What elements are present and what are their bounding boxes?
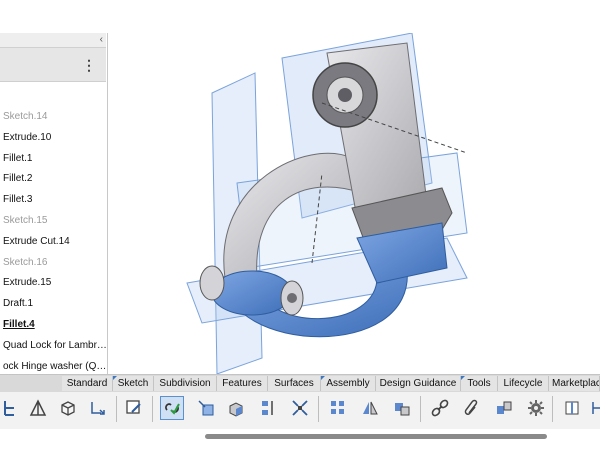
tab-features[interactable]: Features [217, 376, 268, 391]
tab-label: Design Guidance [379, 378, 457, 389]
tab-assembly[interactable]: Assembly [321, 376, 376, 391]
tab-label: Sketch [117, 378, 149, 389]
tree-item[interactable]: Fillet.3 [0, 190, 106, 211]
tab-label: Lifecycle [503, 378, 543, 389]
tab-tools[interactable]: Tools [461, 376, 498, 391]
gear-icon[interactable] [524, 396, 548, 420]
tree-item[interactable]: Extrude.15 [0, 273, 106, 294]
hinge-cap-left [199, 265, 225, 301]
toolbar-separator [420, 396, 421, 422]
3d-viewport[interactable] [107, 32, 600, 375]
tab-label: Assembly [326, 378, 370, 389]
tree-item[interactable]: Sketch.14 [0, 107, 106, 128]
tab-label: Features [222, 378, 262, 389]
cube-icon[interactable] [56, 396, 80, 420]
tab-surfaces[interactable]: Surfaces [268, 376, 321, 391]
more-options-icon[interactable]: ⋮ [82, 58, 96, 72]
mate-icon[interactable] [390, 396, 414, 420]
dimension-icon[interactable] [586, 396, 600, 420]
arrow-curve-icon[interactable] [86, 396, 110, 420]
toolbar-separator [552, 396, 553, 422]
tree-item[interactable]: Sketch.15 [0, 211, 106, 232]
scrollbar-thumb[interactable] [205, 434, 547, 439]
mount-ring-center [338, 88, 352, 102]
tree-item[interactable]: Fillet.4 [0, 315, 106, 336]
command-manager-tabs: Standard Sketch Subdivision Features Sur… [0, 374, 600, 392]
toolbar-separator [152, 396, 153, 422]
distribute-icon[interactable] [256, 396, 280, 420]
tree-item[interactable]: Extrude.10 [0, 128, 106, 149]
tree-item[interactable]: Draft.1 [0, 294, 106, 315]
command-toolbar [0, 392, 600, 429]
tab-marker [113, 376, 117, 380]
collapse-icon[interactable]: ‹ [100, 33, 103, 47]
triangle-icon[interactable] [26, 396, 50, 420]
model-view[interactable] [107, 32, 600, 375]
tab-standard[interactable]: Standard [62, 376, 113, 391]
assembly-icon[interactable] [492, 396, 516, 420]
paperclip-icon[interactable] [460, 396, 484, 420]
tab-marketplace[interactable]: Marketplace [549, 376, 600, 391]
pattern-grid-icon[interactable] [326, 396, 350, 420]
tab-label: Subdivision [159, 378, 211, 389]
hinge-pin [287, 293, 297, 303]
sketch-edit-icon[interactable] [122, 396, 146, 420]
tree-item[interactable]: Extrude Cut.14 [0, 232, 106, 253]
tab-label: Tools [467, 378, 491, 389]
toolbar-separator [116, 396, 117, 422]
tab-label: Standard [66, 378, 108, 389]
link-check-icon[interactable] [160, 396, 184, 420]
tree-item[interactable]: Fillet.2 [0, 169, 106, 190]
horizontal-scrollbar[interactable] [0, 429, 600, 449]
tab-sketch[interactable]: Sketch [113, 376, 154, 391]
tree-item[interactable]: Sketch.16 [0, 253, 106, 274]
tab-label: Surfaces [274, 378, 314, 389]
tab-design-guidance[interactable]: Design Guidance [376, 376, 461, 391]
chain-icon[interactable] [428, 396, 452, 420]
shaded-box-icon[interactable] [224, 396, 248, 420]
toolbar-separator [318, 396, 319, 422]
tab-label: Marketplace [552, 378, 599, 389]
smart-fastener-icon[interactable] [560, 396, 584, 420]
move-part-icon[interactable] [194, 396, 218, 420]
tab-lifecycle[interactable]: Lifecycle [498, 376, 549, 391]
top-bar [0, 0, 600, 33]
feature-list: Sketch.14 Extrude.10 Fillet.1 Fillet.2 F… [0, 107, 106, 377]
tab-marker [321, 376, 325, 380]
explode-icon[interactable] [288, 396, 312, 420]
tree-header: ‹ [0, 33, 106, 48]
line-icon[interactable] [0, 396, 24, 420]
hinge-barrel [211, 270, 293, 316]
tree-filter-bar: ⋮ [0, 48, 106, 82]
mirror-icon[interactable] [358, 396, 382, 420]
feature-tree-panel: ‹ ⋮ Sketch.14 Extrude.10 Fillet.1 Fillet… [0, 33, 108, 374]
tab-marker [461, 376, 465, 380]
tree-item[interactable]: Quad Lock for Lambr… [0, 336, 106, 357]
tree-item[interactable]: Fillet.1 [0, 149, 106, 170]
tab-subdivision[interactable]: Subdivision [154, 376, 217, 391]
